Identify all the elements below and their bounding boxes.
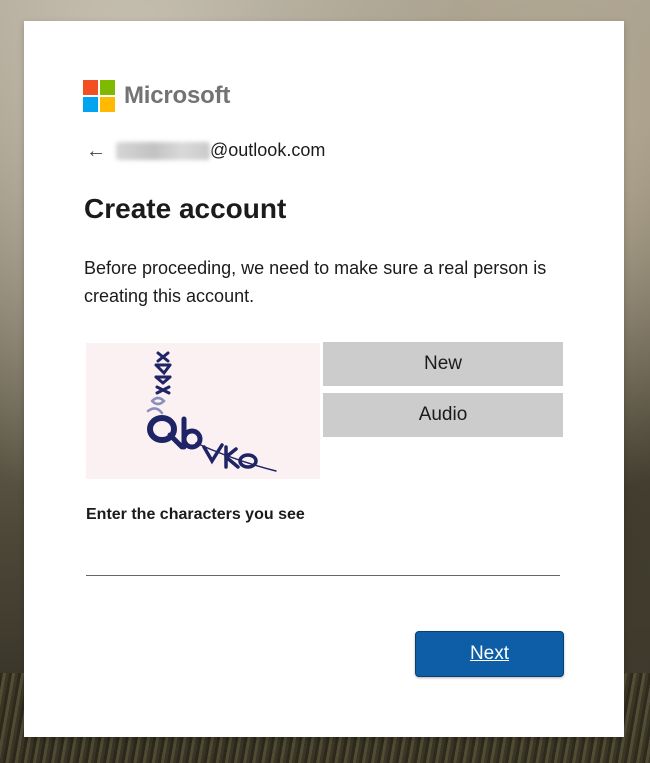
microsoft-logo-icon: [83, 80, 115, 112]
logo-square-green: [100, 80, 115, 95]
logo-square-yellow: [100, 97, 115, 112]
next-button[interactable]: Next: [415, 631, 564, 677]
captcha-input[interactable]: [86, 543, 560, 576]
blurred-username: [116, 141, 210, 160]
identity-row: ← @outlook.com: [86, 140, 325, 161]
signup-card: Microsoft ← @outlook.com Create account …: [24, 21, 624, 737]
captcha-image: [86, 343, 320, 479]
captcha-input-label: Enter the characters you see: [86, 506, 305, 523]
brand-name: Microsoft: [124, 82, 231, 109]
email-domain: @outlook.com: [210, 140, 326, 160]
logo-square-blue: [83, 97, 98, 112]
new-captcha-button[interactable]: New: [323, 342, 563, 386]
logo-square-red: [83, 80, 98, 95]
page-title: Create account: [84, 193, 287, 224]
page-description: Before proceeding, we need to make sure …: [84, 258, 547, 306]
captcha-glyphs: [146, 351, 277, 472]
left-arrow-icon[interactable]: ←: [86, 141, 116, 161]
audio-captcha-button[interactable]: Audio: [323, 393, 563, 437]
brand-header: Microsoft: [83, 80, 230, 112]
